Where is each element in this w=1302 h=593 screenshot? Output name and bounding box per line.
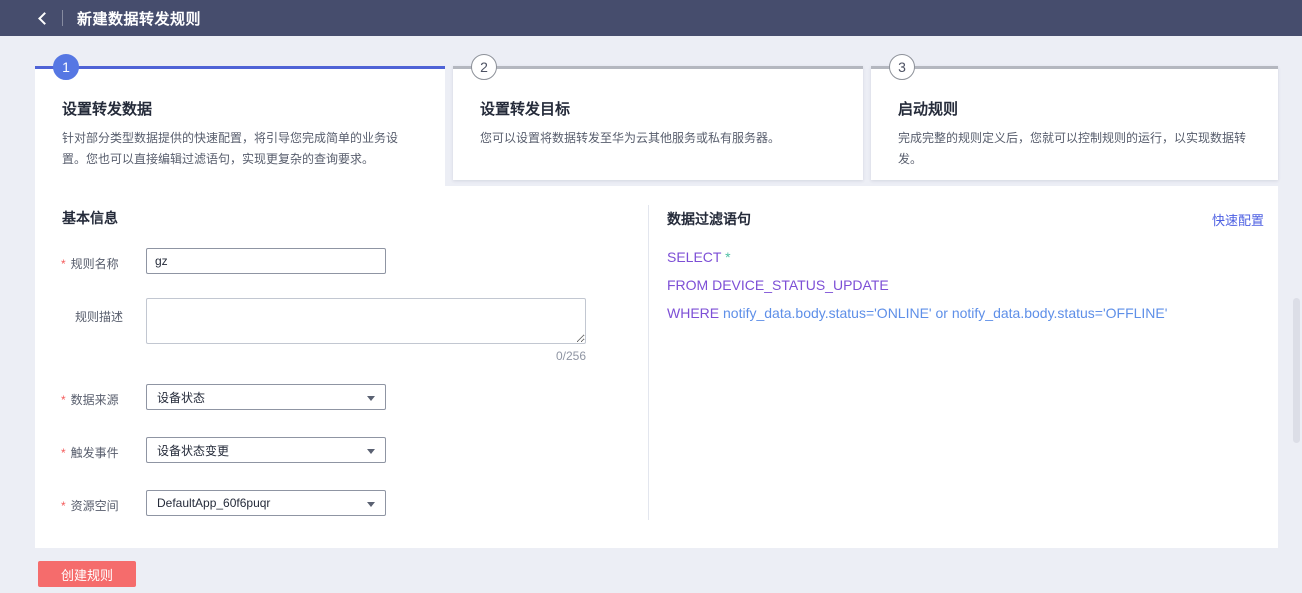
sql-select-arg: * — [725, 249, 730, 265]
char-counter: 0/256 — [146, 349, 586, 363]
back-button[interactable] — [26, 0, 60, 36]
caret-down-icon — [367, 502, 375, 507]
sql-from-line: FROM DEVICE_STATUS_UPDATE — [667, 277, 889, 293]
step-title: 启动规则 — [898, 98, 1278, 119]
step-progress-line — [871, 66, 1278, 69]
step-progress-line — [453, 66, 863, 69]
trigger-event-select[interactable]: 设备状态变更 — [146, 437, 386, 463]
rule-desc-label: 规则描述 — [75, 308, 123, 325]
required-mark: * — [61, 393, 66, 407]
chevron-left-icon — [38, 12, 51, 25]
caret-down-icon — [367, 396, 375, 401]
resource-space-value: DefaultApp_60f6puqr — [157, 496, 270, 510]
panel-divider — [648, 205, 649, 520]
data-source-value: 设备状态 — [157, 389, 205, 406]
vertical-scrollbar[interactable] — [1293, 298, 1300, 443]
trigger-event-label: *触发事件 — [61, 444, 119, 461]
page-title: 新建数据转发规则 — [77, 8, 201, 29]
sql-where-keyword: WHERE — [667, 305, 719, 321]
required-mark: * — [61, 499, 66, 513]
step-description: 针对部分类型数据提供的快速配置，将引导您完成简单的业务设置。您也可以直接编辑过滤… — [62, 128, 415, 170]
rule-name-label: *规则名称 — [61, 255, 119, 272]
rule-desc-textarea[interactable] — [146, 298, 586, 344]
header-divider — [62, 10, 63, 26]
sql-where-condition: notify_data.body.status='ONLINE' or noti… — [723, 305, 1167, 321]
quick-config-link[interactable]: 快速配置 — [1212, 210, 1264, 229]
step-title: 设置转发目标 — [480, 98, 863, 119]
required-mark: * — [61, 257, 66, 271]
sql-where-line: WHERE notify_data.body.status='ONLINE' o… — [667, 305, 1167, 321]
step-card-set-forward-data[interactable]: 1 设置转发数据 针对部分类型数据提供的快速配置，将引导您完成简单的业务设置。您… — [35, 66, 445, 186]
sql-from-keyword: FROM — [667, 277, 708, 293]
step-progress-line — [35, 66, 445, 69]
step-card-start-rule[interactable]: 3 启动规则 完成完整的规则定义后，您就可以控制规则的运行，以实现数据转发。 — [871, 66, 1278, 180]
sql-filter-heading: 数据过滤语句 — [667, 209, 751, 229]
sql-from-table: DEVICE_STATUS_UPDATE — [712, 277, 889, 293]
step-card-set-forward-target[interactable]: 2 设置转发目标 您可以设置将数据转发至华为云其他服务或私有服务器。 — [453, 66, 863, 180]
step-description: 您可以设置将数据转发至华为云其他服务或私有服务器。 — [480, 128, 833, 149]
page-header: 新建数据转发规则 — [0, 0, 1302, 36]
data-source-label: *数据来源 — [61, 391, 119, 408]
data-source-select[interactable]: 设备状态 — [146, 384, 386, 410]
step-number-badge: 3 — [889, 54, 915, 80]
rule-name-input[interactable] — [146, 248, 386, 274]
step-title: 设置转发数据 — [62, 98, 445, 119]
step-number-badge: 1 — [53, 54, 79, 80]
basic-info-heading: 基本信息 — [62, 208, 118, 228]
rule-config-panel: 基本信息 *规则名称 规则描述 0/256 *数据来源 设备状态 *触发事件 设… — [35, 186, 1278, 548]
required-mark: * — [61, 446, 66, 460]
sql-select-keyword: SELECT — [667, 249, 721, 265]
create-rule-button[interactable]: 创建规则 — [38, 561, 136, 587]
resource-space-label: *资源空间 — [61, 497, 119, 514]
resource-space-select[interactable]: DefaultApp_60f6puqr — [146, 490, 386, 516]
step-description: 完成完整的规则定义后，您就可以控制规则的运行，以实现数据转发。 — [898, 128, 1248, 170]
trigger-event-value: 设备状态变更 — [157, 442, 229, 459]
sql-select-line: SELECT * — [667, 249, 731, 265]
caret-down-icon — [367, 449, 375, 454]
step-number-badge: 2 — [471, 54, 497, 80]
